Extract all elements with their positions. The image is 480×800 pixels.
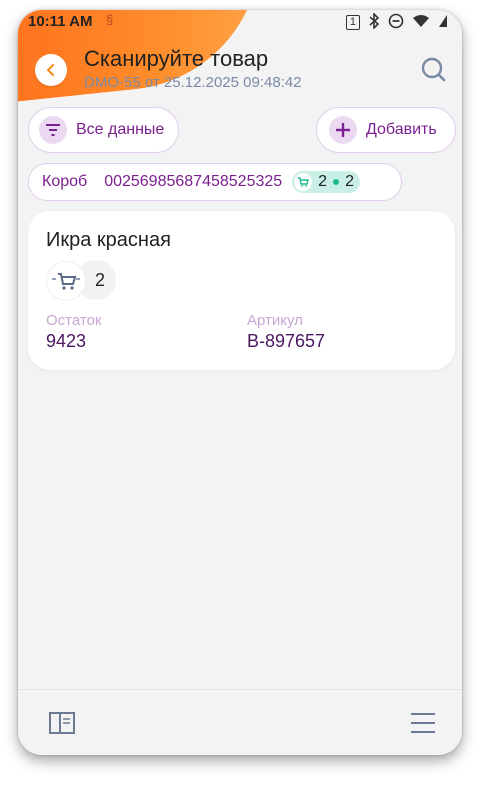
notification-icon: § <box>106 12 114 27</box>
cart-icon <box>46 261 86 301</box>
chevron-left-icon <box>47 64 54 76</box>
article-label: Артикул <box>247 312 303 329</box>
battery-icon <box>438 14 448 31</box>
box-selector[interactable]: Короб 00256985687458525325 2 2 <box>28 163 402 201</box>
product-name: Икра красная <box>46 229 171 251</box>
search-icon <box>421 57 446 82</box>
header: Сканируйте товар DMO-55 от 25.12.2025 09… <box>18 42 462 98</box>
badge-dot <box>333 179 340 185</box>
box-total-count: 2 <box>345 173 354 190</box>
article-value: B-897657 <box>247 331 326 351</box>
search-button[interactable] <box>420 56 448 84</box>
stock-value: 9423 <box>46 331 87 351</box>
book-icon <box>49 712 75 734</box>
filter-button-label: Все данные <box>76 121 165 138</box>
box-count-badge: 2 2 <box>292 171 360 193</box>
bluetooth-icon <box>368 12 380 32</box>
status-time: 10:11 AM <box>28 13 93 30</box>
status-bar: 10:11 AM § 1 <box>18 10 462 34</box>
menu-button[interactable] <box>410 712 436 734</box>
bottom-navigation <box>18 689 462 755</box>
product-card[interactable]: Икра красная 2 Остаток 9423 Артикул B-89… <box>28 211 455 370</box>
do-not-disturb-icon <box>388 13 404 32</box>
back-button[interactable] <box>35 54 67 86</box>
box-barcode: 00256985687458525325 <box>104 173 283 190</box>
hamburger-menu-icon <box>411 713 435 733</box>
page-title: Сканируйте товар <box>84 46 269 71</box>
filter-icon <box>39 116 67 144</box>
stock-label: Остаток <box>46 312 102 329</box>
box-scanned-count: 2 <box>318 173 328 190</box>
status-icons: 1 <box>345 12 448 32</box>
quantity-indicator: 2 <box>46 260 116 301</box>
phone-screen: 10:11 AM § 1 Сканируйте товар DMO-55 от … <box>18 10 462 755</box>
wifi-icon <box>412 14 430 31</box>
panel-toggle-button[interactable] <box>49 712 75 734</box>
box-label: Короб <box>42 173 88 190</box>
add-button-label: Добавить <box>366 121 437 138</box>
filter-button[interactable]: Все данные <box>28 107 179 153</box>
sim-icon: 1 <box>345 15 360 30</box>
add-button[interactable]: Добавить <box>316 107 456 153</box>
plus-icon <box>329 116 357 144</box>
cart-icon <box>294 173 313 191</box>
document-subtitle: DMO-55 от 25.12.2025 09:48:42 <box>84 74 302 91</box>
